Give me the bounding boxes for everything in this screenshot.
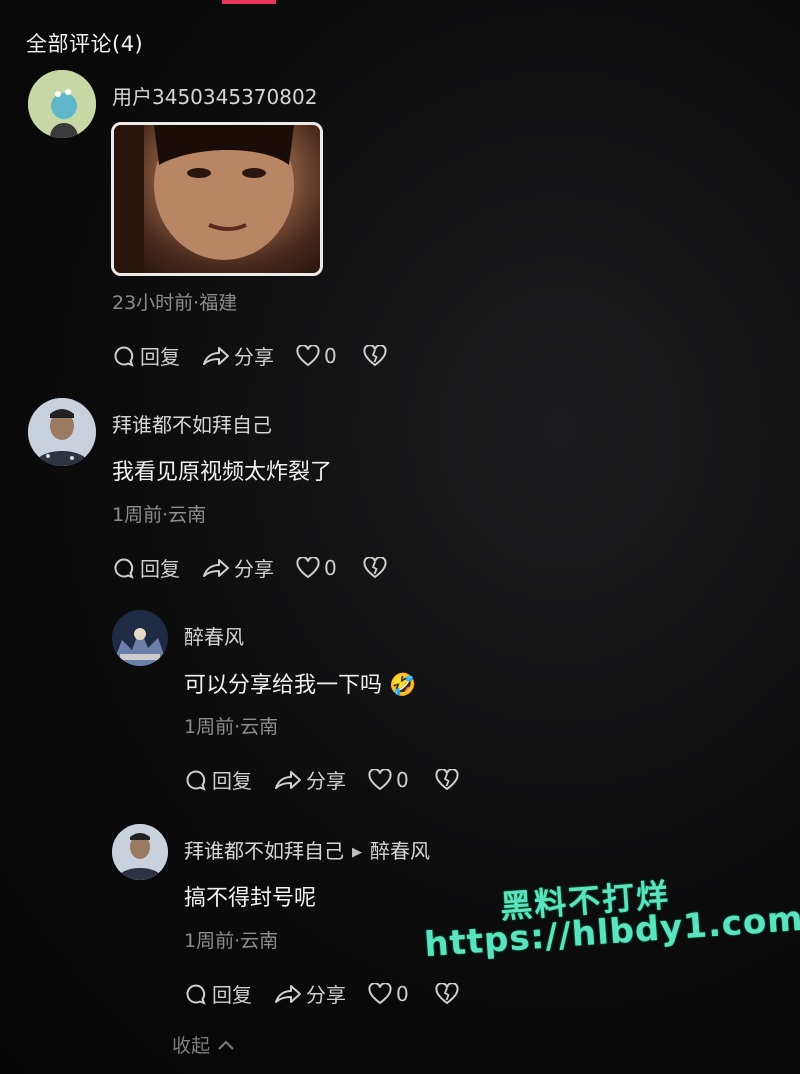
avatar[interactable]	[28, 398, 96, 466]
reply-button[interactable]: 回复	[184, 979, 252, 1008]
reply-button[interactable]: 回复	[112, 553, 180, 582]
reply-meta: 1周前·云南	[184, 716, 279, 738]
active-tab-indicator	[222, 0, 276, 4]
share-button[interactable]: 分享	[274, 765, 346, 794]
comment-text: 我看见原视频太炸裂了	[112, 460, 333, 485]
heart-icon	[296, 344, 320, 366]
comment-actions: 回复 分享 0	[112, 553, 413, 582]
share-label: 分享	[306, 769, 346, 793]
like-count: 0	[396, 767, 409, 792]
face-photo-icon	[114, 125, 294, 273]
reply-username[interactable]: 拜谁都不如拜自己	[184, 839, 344, 863]
avatar-image-icon	[28, 70, 96, 138]
share-button[interactable]: 分享	[202, 553, 274, 582]
dislike-button[interactable]	[435, 768, 463, 791]
reply-label: 回复	[140, 557, 180, 581]
heart-icon	[368, 982, 392, 1004]
heart-icon	[296, 556, 320, 578]
reply-label: 回复	[212, 983, 252, 1007]
share-arrow-icon	[203, 558, 229, 577]
share-button[interactable]: 分享	[202, 341, 274, 370]
avatar[interactable]	[112, 824, 168, 880]
comment-username[interactable]: 拜谁都不如拜自己	[112, 409, 272, 438]
share-label: 分享	[234, 557, 274, 581]
heart-icon	[368, 768, 392, 790]
reply-actions: 回复 分享 0	[184, 765, 485, 794]
like-count: 0	[396, 981, 409, 1006]
reply-meta: 1周前·云南	[184, 930, 279, 952]
comment-username[interactable]: 用户3450345370802	[112, 81, 317, 110]
avatar-image-icon	[112, 824, 168, 880]
laughing-emoji-icon: 🤣	[389, 673, 417, 698]
like-count: 0	[324, 555, 337, 580]
broken-heart-icon	[435, 982, 459, 1004]
dislike-button[interactable]	[363, 556, 391, 579]
comment-meta: 23小时前·福建	[112, 292, 238, 314]
reply-label: 回复	[140, 345, 180, 369]
reply-text: 可以分享给我一下吗 🤣	[184, 667, 416, 699]
share-label: 分享	[234, 345, 274, 369]
dislike-button[interactable]	[363, 344, 391, 367]
reply-icon	[114, 557, 134, 579]
comment-image[interactable]	[111, 122, 323, 276]
dislike-button[interactable]	[435, 982, 463, 1005]
reply-button[interactable]: 回复	[112, 341, 180, 370]
reply-icon	[186, 983, 206, 1005]
reply-username[interactable]: 醉春风	[184, 621, 244, 650]
avatar[interactable]	[28, 70, 96, 138]
broken-heart-icon	[435, 768, 459, 790]
reply-icon	[186, 769, 206, 791]
broken-heart-icon	[363, 344, 387, 366]
avatar-image-icon	[112, 610, 168, 666]
reply-text: 搞不得封号呢	[184, 886, 317, 911]
share-label: 分享	[306, 983, 346, 1007]
share-button[interactable]: 分享	[274, 979, 346, 1008]
avatar[interactable]	[112, 610, 168, 666]
collapse-replies-button[interactable]: 收起	[172, 1031, 236, 1058]
chevron-up-icon	[218, 1040, 234, 1050]
share-arrow-icon	[275, 770, 301, 789]
avatar-image-icon	[28, 398, 96, 466]
comments-header: 全部评论(4)	[26, 32, 144, 56]
like-button[interactable]: 0	[296, 344, 337, 368]
broken-heart-icon	[363, 556, 387, 578]
collapse-label: 收起	[172, 1035, 211, 1057]
reply-label: 回复	[212, 769, 252, 793]
reply-text-content: 可以分享给我一下吗	[184, 673, 383, 698]
reply-actions: 回复 分享 0	[184, 979, 485, 1008]
reply-button[interactable]: 回复	[184, 765, 252, 794]
reply-to-arrow-icon: ▶	[352, 845, 362, 860]
like-button[interactable]: 0	[368, 768, 409, 792]
like-count: 0	[324, 343, 337, 368]
comment-actions: 回复 分享 0	[112, 341, 413, 370]
share-arrow-icon	[275, 984, 301, 1003]
reply-username-line: 拜谁都不如拜自己 ▶ 醉春风	[184, 835, 430, 864]
share-arrow-icon	[203, 346, 229, 365]
like-button[interactable]: 0	[368, 982, 409, 1006]
comment-meta: 1周前·云南	[112, 504, 207, 526]
reply-to-username[interactable]: 醉春风	[370, 839, 430, 863]
like-button[interactable]: 0	[296, 556, 337, 580]
reply-icon	[114, 345, 134, 367]
